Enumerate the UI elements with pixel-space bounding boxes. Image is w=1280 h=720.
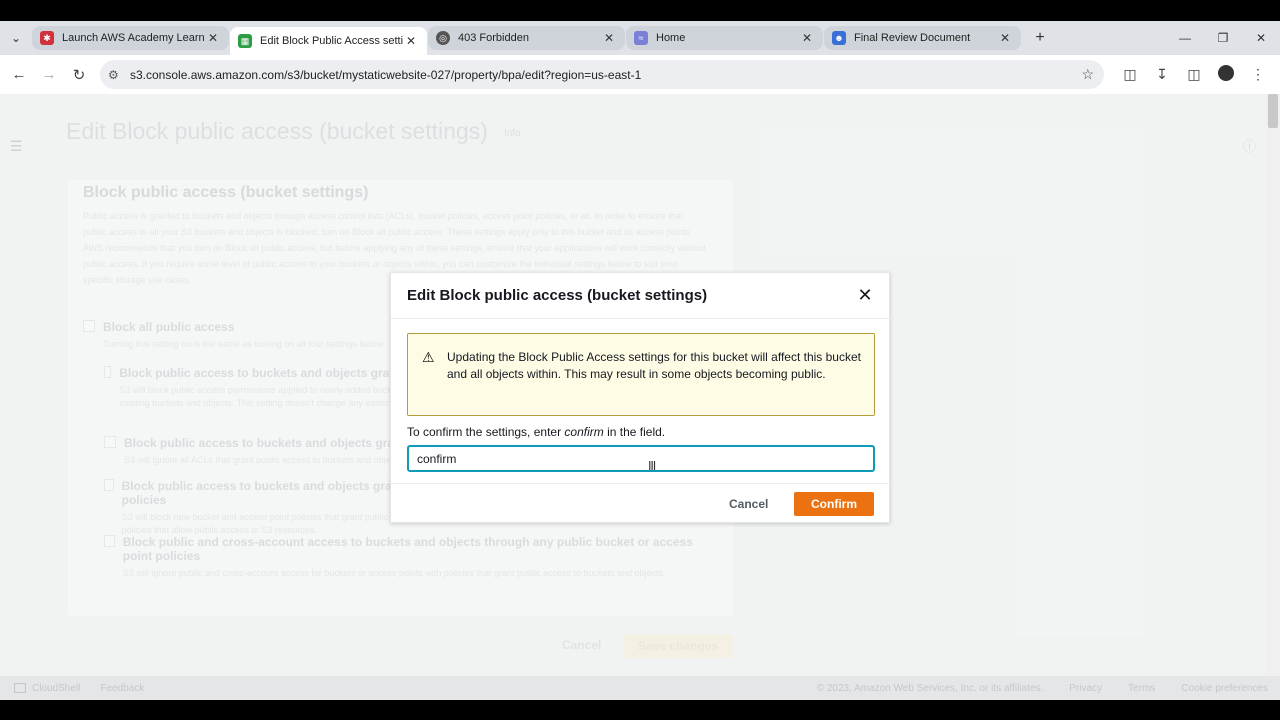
tab-edit-bpa[interactable]: ▦ Edit Block Public Access settings ✕: [230, 27, 427, 55]
hint-keyword: confirm: [564, 425, 604, 439]
close-tab-icon[interactable]: ✕: [799, 31, 815, 45]
close-tab-icon[interactable]: ✕: [403, 34, 419, 48]
feedback-link[interactable]: Feedback: [100, 683, 144, 694]
minimize-icon[interactable]: —: [1166, 21, 1204, 55]
tab-home[interactable]: ≈ Home ✕: [626, 26, 823, 50]
scrollbar-thumb[interactable]: [1268, 94, 1278, 128]
close-tab-icon[interactable]: ✕: [997, 31, 1013, 45]
new-tab-plus-icon[interactable]: +: [1028, 29, 1052, 47]
tab-title: Edit Block Public Access settings: [260, 35, 403, 47]
window-close-icon[interactable]: ✕: [1242, 21, 1280, 55]
copyright-text: © 2023, Amazon Web Services, Inc. or its…: [816, 682, 1044, 694]
warning-text: Updating the Block Public Access setting…: [447, 350, 861, 381]
forward-arrow-icon[interactable]: →: [34, 66, 64, 83]
home-favicon-icon: ≈: [634, 31, 648, 45]
restore-icon[interactable]: ❐: [1204, 21, 1242, 55]
warning-alert: ⚠ Updating the Block Public Access setti…: [407, 333, 875, 416]
downloads-icon[interactable]: ↧: [1146, 66, 1178, 83]
confirm-input[interactable]: [407, 445, 875, 472]
screen: ⌄ ✱ Launch AWS Academy Learner ✕ ▦ Edit …: [0, 0, 1280, 720]
hint-prefix: To confirm the settings, enter: [407, 425, 565, 439]
close-tab-icon[interactable]: ✕: [601, 31, 617, 45]
modal-title: Edit Block public access (bucket setting…: [407, 287, 708, 304]
profile-avatar-icon[interactable]: [1210, 65, 1242, 84]
footer-links: © 2023, Amazon Web Services, Inc. or its…: [817, 683, 1268, 694]
window-controls: — ❐ ✕: [1166, 21, 1280, 55]
cancel-button[interactable]: Cancel: [721, 492, 776, 516]
hint-suffix: in the field.: [603, 425, 666, 439]
tab-title: Final Review Document: [854, 32, 971, 44]
account-favicon-icon: ☻: [832, 31, 846, 45]
tab-title: 403 Forbidden: [458, 32, 529, 44]
modal-divider: [391, 318, 891, 319]
bookmark-star-icon[interactable]: ☆: [1081, 66, 1094, 83]
confirm-instructions: To confirm the settings, enter confirm i…: [407, 425, 665, 439]
screen-bottom-bar: [0, 700, 1280, 720]
tab-title: Home: [656, 32, 686, 44]
tab-final-review[interactable]: ☻ Final Review Document ✕: [824, 26, 1021, 50]
console-footer: CloudShell Feedback © 2023, Amazon Web S…: [0, 676, 1280, 700]
reload-icon[interactable]: ↻: [64, 66, 94, 84]
tab-strip: ⌄ ✱ Launch AWS Academy Learner ✕ ▦ Edit …: [0, 21, 1280, 55]
screen-top-bar: [0, 0, 1280, 21]
terms-link[interactable]: Terms: [1128, 683, 1155, 694]
page-scrollbar[interactable]: [1266, 94, 1280, 676]
s3-console-page: ☰ ⓘ Edit Block public access (bucket set…: [0, 94, 1280, 676]
cookie-preferences-link[interactable]: Cookie preferences: [1181, 683, 1268, 694]
tab-aws-academy[interactable]: ✱ Launch AWS Academy Learner ✕: [32, 26, 229, 50]
cloudshell-icon: [14, 683, 26, 693]
cloudshell-link[interactable]: CloudShell: [14, 683, 80, 694]
s3-favicon-icon: ▦: [238, 34, 252, 48]
url-text: s3.console.aws.amazon.com/s3/bucket/myst…: [130, 67, 642, 82]
tab-search-chevron-icon[interactable]: ⌄: [0, 21, 32, 55]
privacy-link[interactable]: Privacy: [1069, 683, 1102, 694]
toolbar-actions: ◫ ↧ ◫ ⋮: [1114, 55, 1274, 94]
side-panel-icon[interactable]: ◫: [1178, 66, 1210, 83]
confirm-button[interactable]: Confirm: [794, 492, 874, 516]
aws-academy-favicon-icon: ✱: [40, 31, 54, 45]
warning-triangle-icon: ⚠: [422, 349, 435, 365]
address-bar[interactable]: ⚙ s3.console.aws.amazon.com/s3/bucket/my…: [100, 60, 1104, 89]
cloudshell-label: CloudShell: [32, 682, 81, 694]
back-arrow-icon[interactable]: ←: [4, 66, 34, 83]
close-icon[interactable]: ✕: [855, 285, 875, 305]
close-tab-icon[interactable]: ✕: [205, 31, 221, 45]
tab-title: Launch AWS Academy Learner: [62, 32, 205, 44]
text-cursor-icon: Ⅲ: [648, 459, 657, 473]
globe-favicon-icon: ◎: [436, 31, 450, 45]
extensions-puzzle-icon[interactable]: ◫: [1114, 66, 1146, 83]
site-settings-icon[interactable]: ⚙: [108, 68, 130, 82]
browser-toolbar: ← → ↻ ⚙ s3.console.aws.amazon.com/s3/buc…: [0, 55, 1280, 94]
kebab-menu-icon[interactable]: ⋮: [1242, 66, 1274, 83]
confirm-modal: Edit Block public access (bucket setting…: [390, 272, 891, 523]
modal-footer-divider: [391, 483, 891, 484]
tab-403-forbidden[interactable]: ◎ 403 Forbidden ✕: [428, 26, 625, 50]
